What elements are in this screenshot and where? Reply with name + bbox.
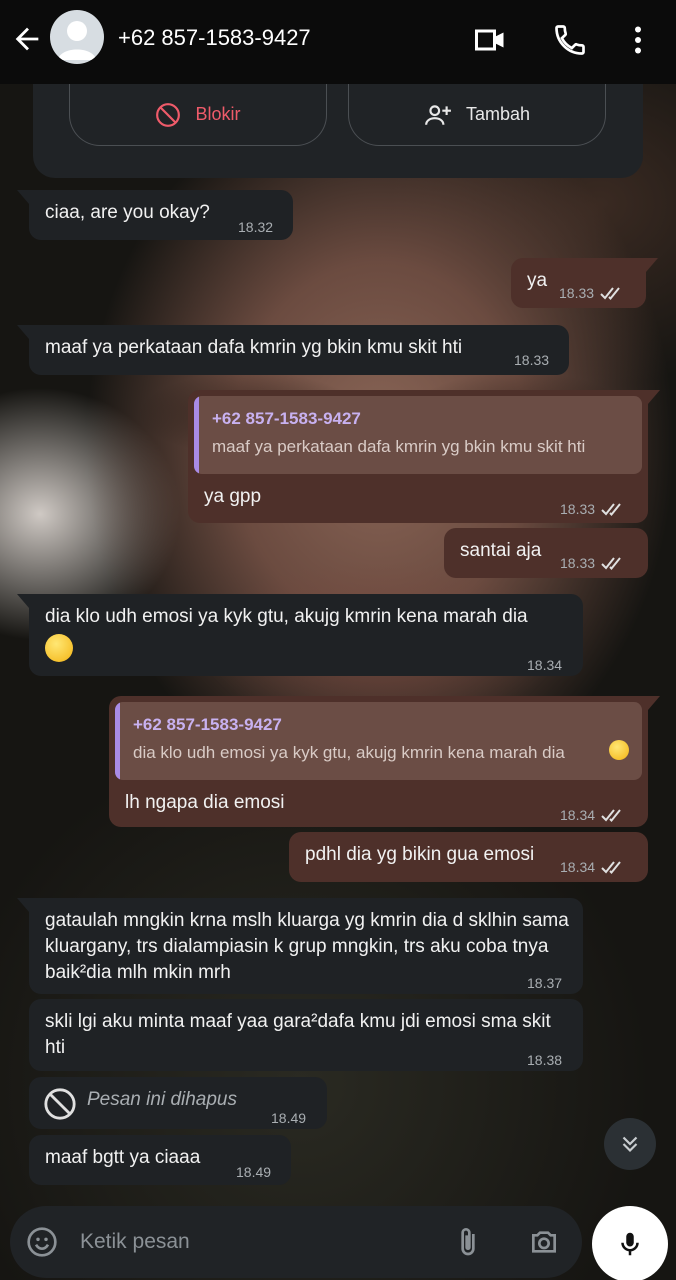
- deleted-icon: [44, 1088, 76, 1120]
- back-arrow-icon[interactable]: [10, 22, 44, 56]
- grinning-emoji-icon: [45, 634, 73, 662]
- double-check-icon: [601, 503, 621, 516]
- contact-actions-card: Blokir Tambah: [33, 84, 643, 178]
- double-check-icon: [600, 287, 620, 300]
- message-text: ciaa, are you okay?: [45, 202, 210, 223]
- quote-sender: +62 857-1583-9427: [212, 409, 361, 428]
- message-time: 18.49: [271, 1110, 307, 1126]
- quote-bar: [115, 702, 120, 780]
- message-text: maaf ya perkataan dafa kmrin yg bkin kmu…: [45, 337, 463, 358]
- message-time: 18.33: [560, 501, 596, 517]
- block-button[interactable]: Blokir: [69, 84, 327, 146]
- message-bubble-outgoing[interactable]: santai aja 18.33: [444, 528, 648, 578]
- message-text: pdhl dia yg bikin gua emosi: [305, 844, 535, 865]
- message-bubble-outgoing-reply[interactable]: +62 857-1583-9427 maaf ya perkataan dafa…: [188, 390, 660, 523]
- message-text: dia klo udh emosi ya kyk gtu, akujg kmri…: [45, 606, 528, 627]
- message-time: 18.32: [238, 219, 274, 235]
- message-composer[interactable]: Ketik pesan: [10, 1206, 582, 1278]
- message-time: 18.49: [236, 1164, 272, 1180]
- camera-icon[interactable]: [528, 1226, 560, 1258]
- message-status: 18.33: [560, 496, 627, 522]
- message-time: 18.33: [514, 352, 550, 368]
- attach-icon[interactable]: [452, 1226, 484, 1258]
- quote-text: dia klo udh emosi ya kyk gtu, akujg kmri…: [133, 743, 565, 762]
- message-text: lh ngapa dia emosi: [125, 792, 285, 813]
- add-contact-button[interactable]: Tambah: [348, 84, 606, 146]
- quote-bar: [194, 396, 199, 474]
- message-text: santai aja: [460, 540, 542, 561]
- avatar-icon: [58, 21, 96, 60]
- quote-text: maaf ya perkataan dafa kmrin yg bkin kmu…: [212, 437, 586, 456]
- message-bubble-incoming[interactable]: dia klo udh emosi ya kyk gtu, akujg kmri…: [17, 594, 583, 676]
- message-time: 18.38: [527, 1052, 563, 1068]
- message-time: 18.34: [560, 807, 596, 823]
- grinning-emoji-icon: [609, 740, 629, 760]
- message-bubble-outgoing-reply[interactable]: +62 857-1583-9427 dia klo udh emosi ya k…: [109, 696, 660, 828]
- message-input[interactable]: Ketik pesan: [80, 1230, 190, 1254]
- message-bubble-deleted[interactable]: Pesan ini dihapus 18.49: [29, 1077, 327, 1129]
- more-vertical-icon[interactable]: [620, 22, 656, 58]
- message-text: ya gpp: [204, 486, 262, 507]
- message-time: 18.34: [560, 859, 596, 875]
- message-bubble-outgoing[interactable]: ya 18.33: [511, 258, 658, 308]
- contact-title[interactable]: +62 857-1583-9427: [118, 25, 311, 51]
- message-text: skli lgi aku minta maaf yaa gara²dafa km…: [45, 1011, 551, 1058]
- message-status: 18.34: [560, 802, 627, 828]
- double-check-icon: [601, 809, 621, 822]
- phone-icon[interactable]: [552, 22, 588, 58]
- avatar[interactable]: [50, 10, 104, 64]
- scroll-to-bottom-button[interactable]: [604, 1118, 656, 1170]
- double-check-icon: [601, 557, 621, 570]
- add-label: Tambah: [465, 104, 531, 124]
- add-contact-icon: [425, 104, 451, 125]
- voice-message-button[interactable]: [592, 1206, 668, 1280]
- scroll-down-icon: [622, 1136, 638, 1153]
- chat-header: +62 857-1583-9427: [0, 0, 676, 84]
- message-text: maaf bgtt ya ciaaa: [45, 1147, 201, 1168]
- emoji-icon[interactable]: [26, 1226, 58, 1258]
- message-status: 18.33: [559, 280, 626, 306]
- block-label: Blokir: [195, 104, 241, 124]
- double-check-icon: [601, 861, 621, 874]
- message-bubble-incoming[interactable]: maaf ya perkataan dafa kmrin yg bkin kmu…: [17, 325, 569, 375]
- video-call-icon[interactable]: [472, 22, 508, 58]
- message-time: 18.33: [559, 285, 595, 301]
- message-text: gataulah mngkin krna mslh kluarga yg kmr…: [45, 910, 569, 983]
- deleted-message-text: Pesan ini dihapus: [87, 1089, 237, 1110]
- message-bubble-incoming[interactable]: skli lgi aku minta maaf yaa gara²dafa km…: [29, 999, 583, 1071]
- message-text: ya: [527, 270, 548, 291]
- message-time: 18.37: [527, 975, 563, 991]
- message-bubble-outgoing[interactable]: pdhl dia yg bikin gua emosi 18.34: [289, 832, 648, 882]
- message-bubble-incoming[interactable]: gataulah mngkin krna mslh kluarga yg kmr…: [17, 898, 583, 994]
- mic-icon: [621, 1232, 639, 1256]
- quoted-message[interactable]: +62 857-1583-9427 dia klo udh emosi ya k…: [115, 702, 642, 780]
- message-time: 18.33: [560, 555, 596, 571]
- message-bubble-incoming[interactable]: ciaa, are you okay? 18.32: [17, 190, 293, 240]
- block-icon: [156, 102, 181, 127]
- message-status: 18.33: [560, 550, 627, 576]
- message-time: 18.34: [527, 657, 563, 673]
- message-status: 18.34: [560, 854, 627, 880]
- quote-sender: +62 857-1583-9427: [133, 715, 282, 734]
- message-bubble-incoming[interactable]: maaf bgtt ya ciaaa 18.49: [29, 1135, 291, 1185]
- quoted-message[interactable]: +62 857-1583-9427 maaf ya perkataan dafa…: [194, 396, 642, 474]
